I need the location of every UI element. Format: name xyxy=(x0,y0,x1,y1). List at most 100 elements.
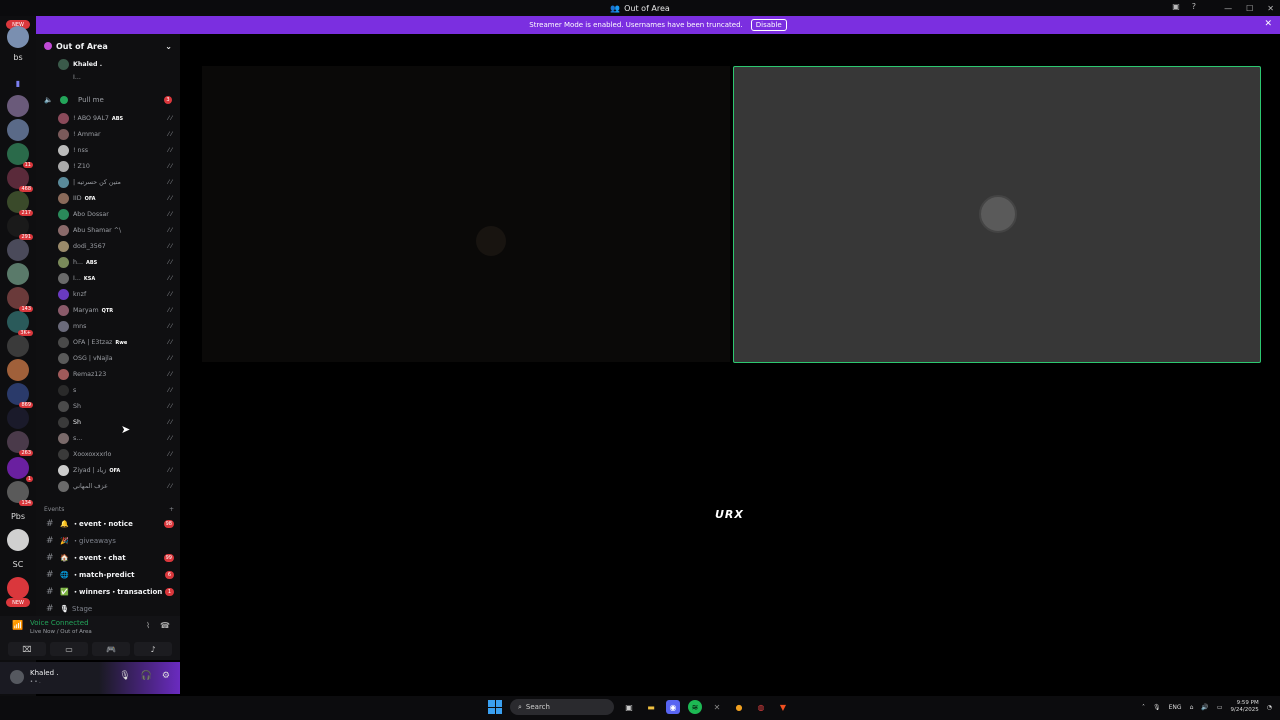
help-icon[interactable]: ? xyxy=(1192,2,1196,11)
folder-icon[interactable]: ▮ xyxy=(7,72,29,94)
server-icon[interactable]: 1 xyxy=(7,457,33,482)
microphone-icon[interactable]: 🎙 xyxy=(1153,704,1161,711)
voice-member[interactable]: Remaz123 ⁄⁄ xyxy=(36,366,180,382)
chrome-icon[interactable]: ◍ xyxy=(754,700,768,714)
server-icon[interactable]: 869 xyxy=(7,383,33,408)
voice-member[interactable]: Abu Shamar ^\ ⁄⁄ xyxy=(36,222,180,238)
voice-member[interactable]: Ziyad | زياد OFA ⁄⁄ xyxy=(36,462,180,478)
text-channel[interactable]: # 🏠 ・event・chat 99 xyxy=(36,550,180,566)
avatar[interactable] xyxy=(10,670,24,684)
close-icon[interactable]: ✕ xyxy=(1267,4,1274,13)
voice-member[interactable]: Xooxoxxxrlo ⁄⁄ xyxy=(36,446,180,462)
disable-button[interactable]: Disable xyxy=(750,19,787,31)
server-pbs[interactable]: Pbs xyxy=(7,505,29,527)
server-icon[interactable]: 263 xyxy=(7,431,33,456)
server-icon[interactable]: 217 xyxy=(7,191,33,216)
server-icon[interactable] xyxy=(7,119,29,141)
server-icon[interactable]: 291 xyxy=(7,215,33,240)
text-channel[interactable]: # ✅ ・winners・transaction 1 xyxy=(36,584,180,600)
voice-member[interactable]: ! nss ⁄⁄ xyxy=(36,142,180,158)
minimize-icon[interactable]: — xyxy=(1224,4,1232,13)
taskbar-search[interactable]: ⌕ Search xyxy=(510,699,614,715)
microphone-icon[interactable]: 🎙 xyxy=(119,671,130,681)
server-icon[interactable]: 11 xyxy=(7,143,33,168)
brave-icon[interactable]: ▼ xyxy=(776,700,790,714)
maximize-icon[interactable]: ☐ xyxy=(1246,4,1253,13)
video-tile[interactable] xyxy=(202,66,730,362)
voice-member[interactable]: Abo Dossar ⁄⁄ xyxy=(36,206,180,222)
discord-icon[interactable]: ◉ xyxy=(666,700,680,714)
server-icon[interactable] xyxy=(7,26,29,48)
add-channel-icon[interactable]: + xyxy=(169,506,174,513)
headphones-icon[interactable]: 🎧 xyxy=(141,671,152,681)
voice-member[interactable]: knzf ⁄⁄ xyxy=(36,286,180,302)
server-icon[interactable] xyxy=(7,577,29,599)
voice-member[interactable]: ! Ammar ⁄⁄ xyxy=(36,126,180,142)
server-icon[interactable] xyxy=(7,529,29,551)
voice-member[interactable]: I... KSA ⁄⁄ xyxy=(36,270,180,286)
voice-member[interactable]: Sh ⁄⁄ xyxy=(36,398,180,414)
voice-channel-pull-me[interactable]: 🔈 Pull me 3 xyxy=(36,92,180,108)
voice-member[interactable]: ! ABO 9AL7 ABS ⁄⁄ xyxy=(36,110,180,126)
voice-member[interactable]: ! Z10 ⁄⁄ xyxy=(36,158,180,174)
voice-member[interactable]: Maryam QTR ⁄⁄ xyxy=(36,302,180,318)
server-icon[interactable]: 134 xyxy=(7,481,33,506)
network-icon[interactable]: ⌂ xyxy=(1190,704,1194,711)
video-tile-speaking[interactable] xyxy=(733,66,1261,363)
server-icon[interactable]: 468 xyxy=(7,167,33,192)
windows-start-icon[interactable] xyxy=(488,700,502,714)
volume-icon[interactable]: 🔊 xyxy=(1201,704,1208,711)
server-sc[interactable]: SC xyxy=(7,553,29,575)
text-channel[interactable]: # 🌐 ・match-predict 6 xyxy=(36,567,180,583)
language-indicator[interactable]: ENG xyxy=(1169,704,1182,711)
signal-icon[interactable]: 📶 xyxy=(12,621,23,631)
server-header[interactable]: Out of Area ⌄ xyxy=(36,34,180,58)
voice-member[interactable]: h... ABS ⁄⁄ xyxy=(36,254,180,270)
voice-member[interactable]: IID OFA ⁄⁄ xyxy=(36,190,180,206)
server-icon[interactable] xyxy=(7,263,29,285)
voice-member[interactable]: OSG | vNajla ⁄⁄ xyxy=(36,350,180,366)
battery-icon[interactable]: ▭ xyxy=(1217,704,1223,711)
voice-member[interactable]: s ⁄⁄ xyxy=(36,382,180,398)
voice-member[interactable]: | متين كن حسرتيه ⁄⁄ xyxy=(36,174,180,190)
voice-member[interactable]: OFA | E3tzaz Rwe ⁄⁄ xyxy=(36,334,180,350)
activities-button[interactable]: 🎮 xyxy=(92,642,130,656)
voice-user[interactable]: I... xyxy=(36,72,180,82)
server-bs[interactable]: bs xyxy=(7,46,29,68)
voice-status[interactable]: Voice Connected xyxy=(30,619,89,627)
xbox-icon[interactable]: ✕ xyxy=(710,700,724,714)
screen-share-button[interactable]: ▭ xyxy=(50,642,88,656)
camera-off-button[interactable]: ⌧ xyxy=(8,642,46,656)
notifications-icon[interactable]: ◔ xyxy=(1267,704,1272,711)
voice-member[interactable]: dodi_3567 ⁄⁄ xyxy=(36,238,180,254)
voice-member[interactable]: mns ⁄⁄ xyxy=(36,318,180,334)
text-channel[interactable]: # 🎙 Stage xyxy=(36,601,180,617)
server-icon[interactable] xyxy=(7,95,29,117)
text-channel[interactable]: # 🎉 ・giveaways xyxy=(36,533,180,549)
chevron-up-icon[interactable]: ˄ xyxy=(1142,704,1145,711)
voice-member[interactable]: Sh ⁄⁄ xyxy=(36,414,180,430)
chevron-down-icon[interactable]: ⌄ xyxy=(165,42,172,51)
server-icon[interactable] xyxy=(7,359,29,381)
file-explorer-icon[interactable]: ▬ xyxy=(644,700,658,714)
banner-close-icon[interactable]: ✕ xyxy=(1264,19,1272,29)
voice-member[interactable]: عزف المهاني ⁄⁄ xyxy=(36,478,180,494)
app-icon[interactable]: ● xyxy=(732,700,746,714)
gear-icon[interactable]: ⚙ xyxy=(162,671,170,681)
task-view-icon[interactable]: ▣ xyxy=(622,700,636,714)
inbox-icon[interactable]: ▣ xyxy=(1172,2,1180,11)
text-channel[interactable]: # 🔔 ・event・notice 98 xyxy=(36,516,180,532)
server-icon[interactable] xyxy=(7,335,29,357)
soundboard-button[interactable]: ♪ xyxy=(134,642,172,656)
server-icon[interactable] xyxy=(7,239,29,261)
server-icon[interactable]: 3K+ xyxy=(7,311,33,336)
disconnect-icon[interactable]: ☎ xyxy=(160,621,170,630)
server-icon[interactable] xyxy=(7,407,29,429)
server-icon[interactable]: 143 xyxy=(7,287,33,312)
category-events[interactable]: Events + xyxy=(44,506,174,513)
clock[interactable]: 9:59 PM 9/24/2025 xyxy=(1231,700,1259,714)
noise-suppression-icon[interactable]: ⌇ xyxy=(146,621,150,630)
voice-user[interactable]: Khaled . xyxy=(36,56,180,72)
voice-member[interactable]: s... ⁄⁄ xyxy=(36,430,180,446)
spotify-icon[interactable]: ≋ xyxy=(688,700,702,714)
